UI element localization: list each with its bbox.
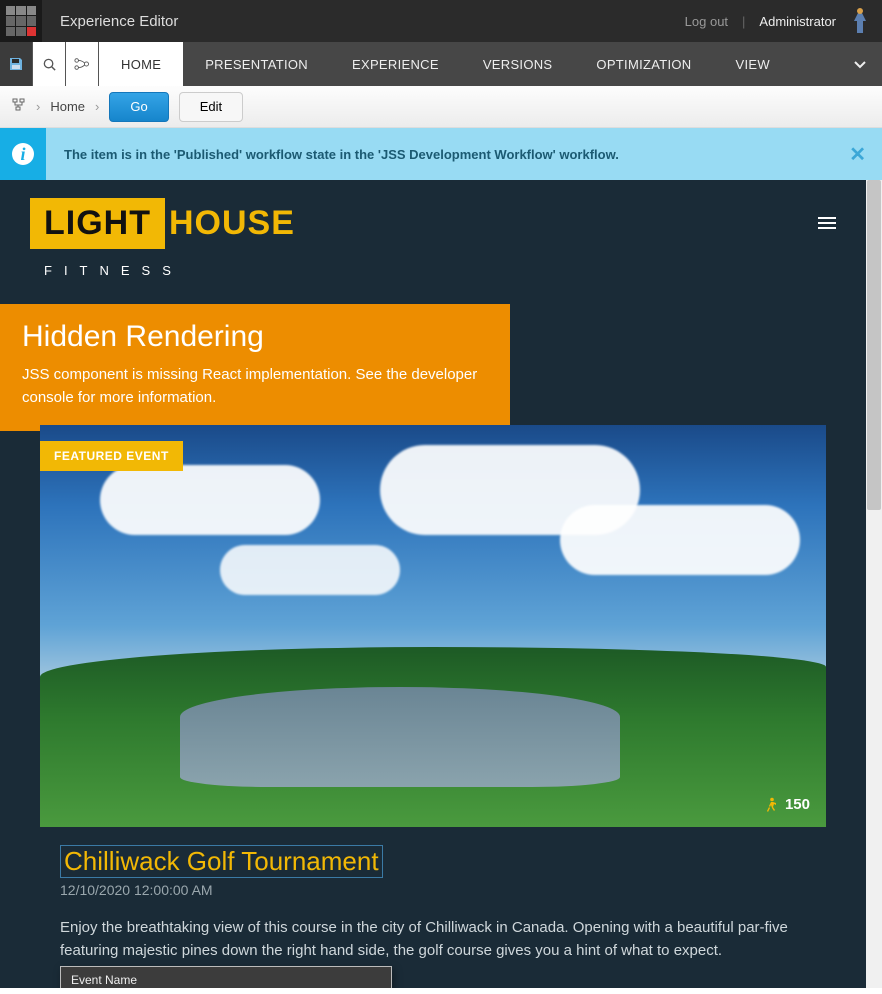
title-bar-right: Log out | Administrator [685, 7, 870, 35]
menu-icon[interactable] [818, 214, 836, 232]
field-toolbar-title: Event Name [61, 967, 391, 988]
separator: | [742, 14, 745, 29]
breadcrumb-bar: › Home › Go Edit [0, 86, 882, 128]
site-header: LIGHT HOUSE FITNESS [0, 180, 866, 288]
chevron-right-icon: › [36, 99, 40, 114]
go-button[interactable]: Go [109, 92, 168, 122]
event-body: Chilliwack Golf Tournament 12/10/2020 12… [40, 827, 826, 983]
svg-text:i: i [20, 144, 25, 164]
event-title-field[interactable]: Chilliwack Golf Tournament [60, 845, 383, 878]
ribbon-tabs: HOME PRESENTATION EXPERIENCE VERSIONS OP… [0, 42, 882, 86]
user-avatar-icon[interactable] [850, 7, 870, 35]
hidden-rendering-text: JSS component is missing React implement… [22, 364, 488, 409]
title-bar: Experience Editor Log out | Administrato… [0, 0, 882, 42]
scrollbar-track[interactable] [866, 180, 882, 988]
close-icon[interactable]: ✕ [849, 142, 882, 167]
featured-badge: FEATURED EVENT [40, 441, 183, 471]
search-button[interactable] [33, 42, 66, 86]
info-bar: i The item is in the 'Published' workflo… [0, 128, 882, 180]
ribbon-collapse-button[interactable] [838, 42, 882, 86]
tree-icon[interactable] [12, 98, 26, 115]
event-card: FEATURED EVENT 150 Chilliwack Golf Tourn… [40, 425, 826, 983]
event-date[interactable]: 12/10/2020 12:00:00 AM [60, 882, 826, 898]
tab-view[interactable]: VIEW [713, 42, 791, 86]
logo-subtitle: FITNESS [44, 263, 295, 278]
participant-count: 150 [763, 796, 810, 813]
app-title: Experience Editor [60, 13, 178, 30]
hidden-rendering-title: Hidden Rendering [22, 320, 488, 354]
save-button[interactable] [0, 42, 33, 86]
edit-button[interactable]: Edit [179, 92, 243, 122]
participant-number: 150 [785, 796, 810, 813]
app-logo[interactable] [0, 0, 42, 42]
tab-experience[interactable]: EXPERIENCE [330, 42, 461, 86]
event-hero-image[interactable]: FEATURED EVENT 150 [40, 425, 826, 827]
tab-optimization[interactable]: OPTIMIZATION [574, 42, 713, 86]
info-text: The item is in the 'Published' workflow … [46, 147, 619, 162]
tab-versions[interactable]: VERSIONS [461, 42, 575, 86]
components-button[interactable] [66, 42, 99, 86]
walking-icon [763, 797, 779, 813]
logo-text-right: HOUSE [169, 204, 295, 243]
logo-text-left: LIGHT [30, 198, 165, 249]
breadcrumb-home[interactable]: Home [50, 99, 85, 114]
scrollbar-thumb[interactable] [867, 180, 881, 510]
tab-home[interactable]: HOME [99, 42, 183, 86]
hidden-rendering-banner: Hidden Rendering JSS component is missin… [0, 304, 510, 431]
content-area: LIGHT HOUSE FITNESS Hidden Rendering JSS… [0, 180, 882, 988]
current-user: Administrator [759, 14, 836, 29]
site-logo[interactable]: LIGHT HOUSE FITNESS [30, 198, 295, 278]
logout-link[interactable]: Log out [685, 14, 728, 29]
field-toolbar: Event Name Workflow: No Usage: 2 ▼ More … [60, 966, 392, 988]
tab-presentation[interactable]: PRESENTATION [183, 42, 330, 86]
info-icon: i [0, 128, 46, 180]
page-canvas[interactable]: LIGHT HOUSE FITNESS Hidden Rendering JSS… [0, 180, 866, 988]
chevron-right-icon: › [95, 99, 99, 114]
event-description[interactable]: Enjoy the breathtaking view of this cour… [60, 916, 800, 963]
